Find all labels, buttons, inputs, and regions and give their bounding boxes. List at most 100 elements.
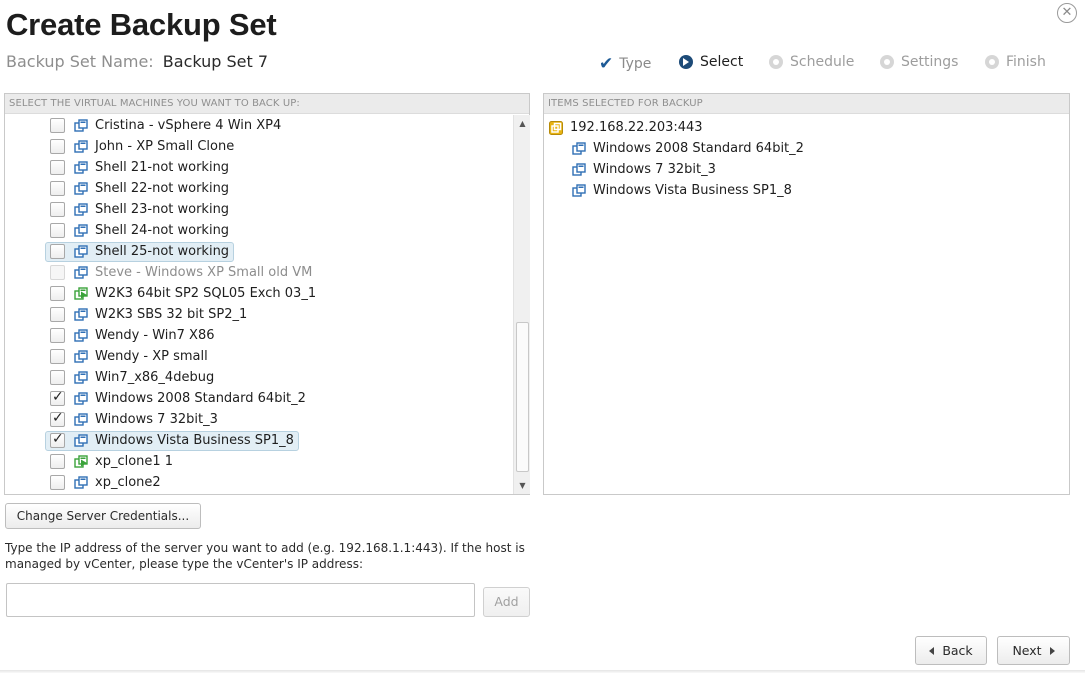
vm-checkbox[interactable] <box>50 389 65 406</box>
vm-checkbox[interactable] <box>50 475 65 490</box>
vm-row[interactable]: Wendy - XP small <box>5 346 510 367</box>
step-type: ✔ Type <box>599 54 651 74</box>
vm-row-content[interactable]: Shell 23-not working <box>45 200 234 220</box>
vm-row-content[interactable]: Cristina - vSphere 4 Win XP4 <box>45 116 286 136</box>
vm-checkbox[interactable] <box>50 328 65 343</box>
host-node[interactable]: 192.168.22.203:443 <box>549 117 703 138</box>
backup-set-name-label: Backup Set Name: <box>6 52 154 71</box>
vm-row-content[interactable]: Shell 21-not working <box>45 158 234 178</box>
scroll-down-icon[interactable]: ▼ <box>514 477 531 494</box>
step-label: Finish <box>1006 54 1046 70</box>
vm-row[interactable]: Shell 23-not working <box>5 199 510 220</box>
vm-label: Windows 7 32bit_3 <box>95 412 218 427</box>
vm-row-content[interactable]: Wendy - Win7 X86 <box>45 326 220 346</box>
vm-row[interactable]: Shell 22-not working <box>5 178 510 199</box>
vm-row[interactable]: Windows 7 32bit_3 <box>5 409 510 430</box>
vm-row[interactable]: Cristina - vSphere 4 Win XP4 <box>5 115 510 136</box>
vm-checkbox[interactable] <box>50 410 65 427</box>
vm-off-icon <box>74 202 88 216</box>
selected-item[interactable]: Windows 7 32bit_3 <box>572 159 716 180</box>
vm-label: Wendy - Win7 X86 <box>95 328 215 343</box>
vm-checkbox[interactable] <box>50 181 65 196</box>
vm-row[interactable]: Steve - Windows XP Small old VM <box>5 262 510 283</box>
vm-label: John - XP Small Clone <box>95 139 235 154</box>
vm-off-icon <box>74 475 88 489</box>
vm-checkbox[interactable] <box>50 202 65 217</box>
next-button[interactable]: Next <box>997 636 1070 665</box>
vm-label: xp_clone1 1 <box>95 454 174 469</box>
vm-row-content[interactable]: John - XP Small Clone <box>45 137 239 157</box>
vm-label: Cristina - vSphere 4 Win XP4 <box>95 118 282 133</box>
vm-row[interactable]: W2K3 64bit SP2 SQL05 Exch 03_1 <box>5 283 510 304</box>
vm-row-content[interactable]: Windows 7 32bit_3 <box>45 410 223 430</box>
vm-row[interactable]: Shell 24-not working <box>5 220 510 241</box>
selected-item-label: Windows 2008 Standard 64bit_2 <box>593 141 804 156</box>
vm-row-content[interactable]: Windows Vista Business SP1_8 <box>45 430 299 451</box>
vm-row-content[interactable]: Windows 2008 Standard 64bit_2 <box>45 389 311 409</box>
scroll-up-icon[interactable]: ▲ <box>514 115 531 132</box>
vm-row[interactable]: Shell 21-not working <box>5 157 510 178</box>
vm-checkbox[interactable] <box>50 223 65 238</box>
step-label: Type <box>619 56 652 72</box>
add-server-button[interactable]: Add <box>483 587 530 617</box>
vm-row-content[interactable]: Wendy - XP small <box>45 347 213 367</box>
change-server-credentials-button[interactable]: Change Server Credentials... <box>5 503 201 529</box>
selected-item[interactable]: Windows 2008 Standard 64bit_2 <box>572 138 804 159</box>
selected-items-panel: ITEMS SELECTED FOR BACKUP 192.168.22.203… <box>543 93 1070 495</box>
vm-row[interactable]: Windows Vista Business SP1_8 <box>5 430 510 451</box>
vm-row-content[interactable]: W2K3 SBS 32 bit SP2_1 <box>45 305 252 325</box>
vm-row[interactable]: Win7_x86_4debug <box>5 367 510 388</box>
scroll-thumb[interactable] <box>516 322 529 472</box>
vm-checkbox[interactable] <box>50 370 65 385</box>
vm-row-content[interactable]: xp_clone1 1 <box>45 452 178 472</box>
vm-row[interactable]: Wendy - Win7 X86 <box>5 325 510 346</box>
vm-row-content[interactable]: Shell 25-not working <box>45 241 235 262</box>
vm-label: xp_clone2 <box>95 475 161 490</box>
vm-checkbox[interactable] <box>50 160 65 175</box>
vm-label: Steve - Windows XP Small old VM <box>95 265 313 280</box>
close-icon[interactable]: ✕ <box>1057 3 1077 23</box>
server-address-input[interactable] <box>6 583 475 617</box>
vm-off-icon <box>74 118 88 132</box>
vm-row[interactable]: Shell 25-not working <box>5 241 510 262</box>
vm-list-scrollbar[interactable]: ▲ ▼ <box>513 115 530 494</box>
vm-list[interactable]: Cristina - vSphere 4 Win XP4 John - XP Sm… <box>5 115 510 494</box>
step-label: Settings <box>901 54 959 70</box>
vm-row-content[interactable]: xp_clone2 <box>45 473 166 493</box>
vm-checkbox[interactable] <box>50 244 65 259</box>
vm-row[interactable]: xp_clone2 <box>5 472 510 493</box>
vm-label: Wendy - XP small <box>95 349 208 364</box>
vm-row-content[interactable]: W2K3 64bit SP2 SQL05 Exch 03_1 <box>45 284 321 304</box>
step-settings: Settings <box>880 54 958 70</box>
vm-row-content[interactable]: Shell 22-not working <box>45 179 234 199</box>
vm-off-icon <box>74 181 88 195</box>
vm-row-content[interactable]: Steve - Windows XP Small old VM <box>45 263 317 283</box>
vm-running-icon <box>74 454 88 468</box>
vm-row[interactable]: W2K3 SBS 32 bit SP2_1 <box>5 304 510 325</box>
vm-row[interactable]: John - XP Small Clone <box>5 136 510 157</box>
vm-checkbox[interactable] <box>50 431 65 448</box>
selected-item[interactable]: Windows Vista Business SP1_8 <box>572 180 792 201</box>
vm-row-content[interactable]: Win7_x86_4debug <box>45 368 219 388</box>
vm-checkbox[interactable] <box>50 454 65 469</box>
vm-checkbox[interactable] <box>50 139 65 154</box>
back-button[interactable]: Back <box>915 636 987 665</box>
vm-row[interactable]: xp_clone1 1 <box>5 451 510 472</box>
vm-off-icon <box>572 183 586 197</box>
backup-set-name-value: Backup Set 7 <box>162 52 269 71</box>
vm-row[interactable]: Windows 2008 Standard 64bit_2 <box>5 388 510 409</box>
vm-off-icon <box>74 307 88 321</box>
vm-checkbox[interactable] <box>50 349 65 364</box>
vm-checkbox[interactable] <box>50 265 65 280</box>
vm-checkbox[interactable] <box>50 286 65 301</box>
vm-checkbox[interactable] <box>50 307 65 322</box>
vm-off-icon <box>74 328 88 342</box>
vm-off-icon <box>74 223 88 237</box>
step-finish: Finish <box>985 54 1046 70</box>
vm-selection-header: SELECT THE VIRTUAL MACHINES YOU WANT TO … <box>5 94 529 114</box>
vm-checkbox[interactable] <box>50 118 65 133</box>
vm-label: Shell 25-not working <box>95 244 230 259</box>
vm-off-icon <box>74 265 88 279</box>
vm-row-content[interactable]: Shell 24-not working <box>45 221 234 241</box>
vm-off-icon <box>572 162 586 176</box>
